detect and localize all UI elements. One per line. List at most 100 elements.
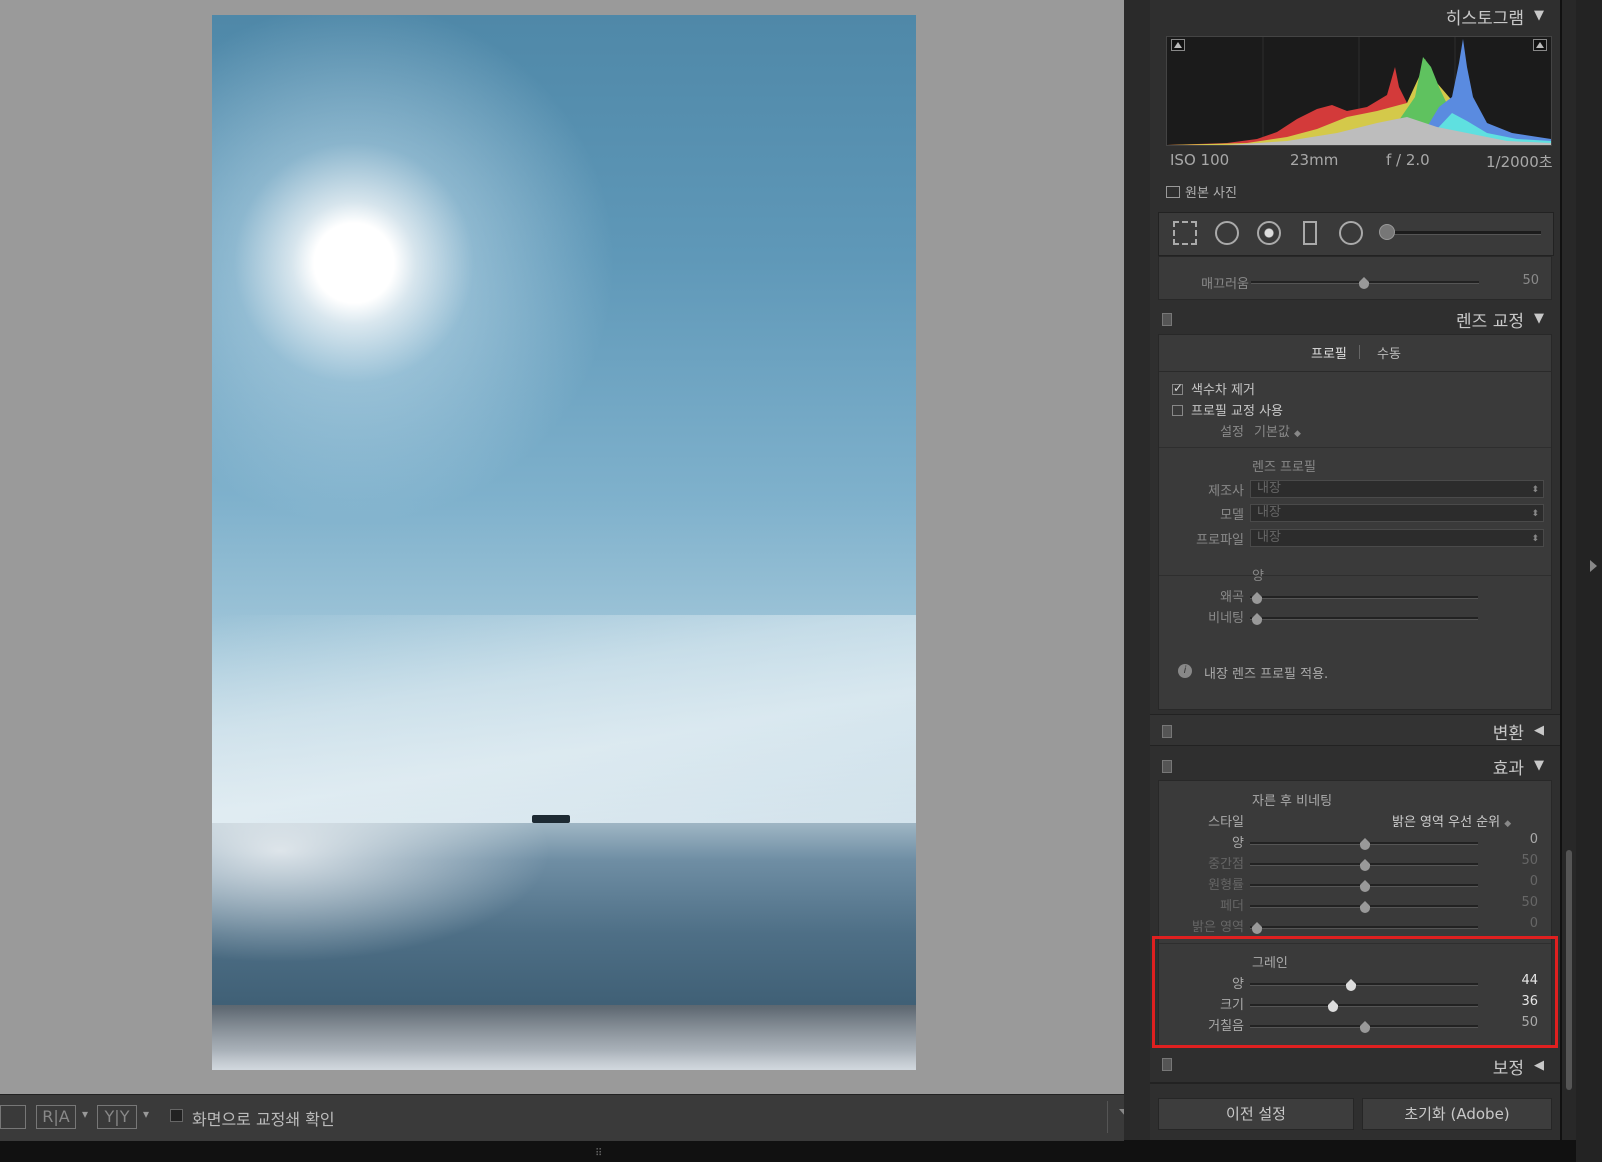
vignette-amount-slider-thumb[interactable] — [1360, 838, 1370, 850]
original-photo-toggle[interactable]: 원본 사진 — [1166, 182, 1237, 201]
roundness-label: 원형률 — [1208, 878, 1244, 893]
spot-removal-icon[interactable] — [1215, 221, 1239, 245]
make-dropdown[interactable]: 내장 ⬍ — [1250, 480, 1544, 498]
remove-ca-option[interactable]: ✓ 색수차 제거 — [1172, 379, 1255, 398]
model-dropdown[interactable]: 내장 ⬍ — [1250, 504, 1544, 522]
setup-value: 기본값 — [1254, 425, 1290, 440]
midpoint-slider-thumb[interactable] — [1360, 859, 1370, 871]
calibration-header[interactable]: 보정 ◀ — [1150, 1054, 1560, 1084]
lens-toggle-switch[interactable] — [1162, 313, 1172, 326]
feather-label: 페더 — [1220, 899, 1244, 914]
feather-slider-thumb[interactable] — [1360, 901, 1370, 913]
brush-size-handle[interactable] — [1379, 224, 1395, 240]
setup-label: 설정 — [1220, 425, 1244, 440]
tool-strip — [1158, 212, 1554, 256]
smoothness-slider-thumb[interactable] — [1359, 277, 1369, 289]
enable-profile-option[interactable]: 프로필 교정 사용 — [1172, 400, 1283, 419]
original-photo-checkbox[interactable] — [1166, 186, 1180, 198]
smoothness-value[interactable]: 50 — [1499, 273, 1539, 288]
transform-title: 변환 — [1492, 724, 1524, 744]
triangle-left-icon: ◀ — [1534, 723, 1544, 738]
radial-filter-icon[interactable] — [1339, 221, 1363, 245]
chevron-down-icon[interactable]: ▾ — [82, 1107, 88, 1121]
highlights-label: 밝은 영역 — [1192, 920, 1244, 935]
bottom-toolbar: R|A ▾ Y|Y ▾ 화면으로 교정쇄 확인 — [0, 1094, 1133, 1141]
lens-profile-heading: 렌즈 프로필 — [1252, 460, 1316, 475]
previous-settings-button[interactable]: 이전 설정 — [1158, 1098, 1354, 1130]
panel-gutter — [1124, 0, 1150, 1140]
triangle-left-icon: ◀ — [1534, 1058, 1544, 1073]
distortion-slider[interactable] — [1250, 596, 1478, 599]
photo-clouds — [212, 615, 916, 825]
reset-button[interactable]: 초기화 (Adobe) — [1362, 1098, 1552, 1130]
remove-ca-checkbox[interactable]: ✓ — [1172, 381, 1184, 395]
calibration-toggle-switch[interactable] — [1162, 1058, 1172, 1071]
distortion-slider-thumb[interactable] — [1252, 592, 1262, 604]
highlight-clipping-icon[interactable] — [1533, 39, 1547, 51]
highlights-value[interactable]: 0 — [1498, 916, 1538, 931]
histogram[interactable] — [1166, 36, 1552, 146]
exif-aperture: f / 2.0 — [1386, 151, 1430, 169]
vignette-amount-value[interactable]: 0 — [1498, 832, 1538, 847]
graduated-filter-icon[interactable] — [1303, 221, 1317, 245]
brush-size-slider[interactable] — [1385, 231, 1541, 235]
triangle-down-icon: ▼ — [1534, 8, 1544, 23]
before-after-ra-button[interactable]: R|A — [36, 1105, 76, 1129]
shadow-clipping-icon[interactable] — [1171, 39, 1185, 51]
exif-shutter: 1/2000초 — [1486, 153, 1553, 171]
amount-heading: 양 — [1252, 569, 1264, 584]
midpoint-value[interactable]: 50 — [1498, 853, 1538, 868]
style-label: 스타일 — [1208, 815, 1244, 830]
scrollbar-thumb[interactable] — [1566, 850, 1572, 1090]
lens-tab-bar: 프로필 수동 — [1159, 335, 1551, 372]
transform-toggle-switch[interactable] — [1162, 725, 1172, 738]
effects-toggle-switch[interactable] — [1162, 760, 1172, 773]
vignette-amount-label: 양 — [1232, 836, 1244, 851]
softproof-checkbox[interactable] — [170, 1109, 183, 1122]
triangle-down-icon: ▼ — [1534, 758, 1544, 773]
original-photo-label: 원본 사진 — [1185, 186, 1237, 201]
profile-dropdown[interactable]: 내장 ⬍ — [1250, 529, 1544, 547]
chevron-down-icon[interactable]: ▾ — [143, 1107, 149, 1121]
checkmark-icon: ✓ — [1173, 381, 1184, 395]
roundness-value[interactable]: 0 — [1498, 874, 1538, 889]
filmstrip-grip-icon[interactable]: ⠿ — [595, 1148, 602, 1159]
collapse-panel-icon[interactable] — [1590, 560, 1597, 572]
lens-info-text: 내장 렌즈 프로필 적용. — [1204, 667, 1329, 682]
remove-ca-label: 색수차 제거 — [1191, 383, 1255, 398]
profile-label: 프로파일 — [1196, 533, 1244, 548]
effects-header[interactable]: 효과 ▼ — [1150, 750, 1560, 782]
tab-profile[interactable]: 프로필 — [1311, 343, 1347, 362]
vignetting-slider-thumb[interactable] — [1252, 613, 1262, 625]
tab-manual[interactable]: 수동 — [1377, 343, 1401, 362]
feather-value[interactable]: 50 — [1498, 895, 1538, 910]
make-label: 제조사 — [1208, 484, 1244, 499]
roundness-slider-thumb[interactable] — [1360, 880, 1370, 892]
smoothness-label: 매끄러움 — [1201, 277, 1249, 292]
vignetting-slider[interactable] — [1250, 617, 1478, 620]
highlights-slider[interactable] — [1250, 926, 1478, 929]
image-canvas[interactable] — [0, 0, 1124, 1094]
style-dropdown[interactable]: 밝은 영역 우선 순위 ◆ — [1392, 811, 1511, 830]
midpoint-label: 중간점 — [1208, 857, 1244, 872]
updown-icon: ⬍ — [1531, 485, 1539, 495]
highlights-slider-thumb[interactable] — [1252, 922, 1262, 934]
crop-tool-icon[interactable] — [1173, 221, 1197, 245]
make-value: 내장 — [1257, 481, 1281, 496]
photo-sun-reflection — [212, 823, 552, 963]
histogram-graph — [1167, 37, 1551, 145]
toolbar-divider — [1107, 1101, 1108, 1133]
before-after-yy-button[interactable]: Y|Y — [97, 1105, 137, 1129]
transform-header[interactable]: 변환 ◀ — [1150, 714, 1560, 746]
red-eye-icon[interactable] — [1257, 221, 1281, 245]
photo-preview[interactable] — [212, 15, 916, 1070]
lens-correction-header[interactable]: 렌즈 교정 ▼ — [1150, 303, 1560, 335]
photo-boat — [532, 815, 570, 823]
setup-dropdown[interactable]: 기본값 ◆ — [1254, 421, 1301, 440]
histogram-header[interactable]: 히스토그램 ▼ — [1150, 0, 1560, 32]
triangle-down-icon: ▼ — [1534, 311, 1544, 326]
previous-section-tail: 매끄러움 50 — [1158, 256, 1552, 300]
vignetting-label: 비네팅 — [1208, 611, 1244, 626]
view-mode-icon[interactable] — [0, 1105, 26, 1129]
enable-profile-checkbox[interactable] — [1172, 405, 1183, 416]
